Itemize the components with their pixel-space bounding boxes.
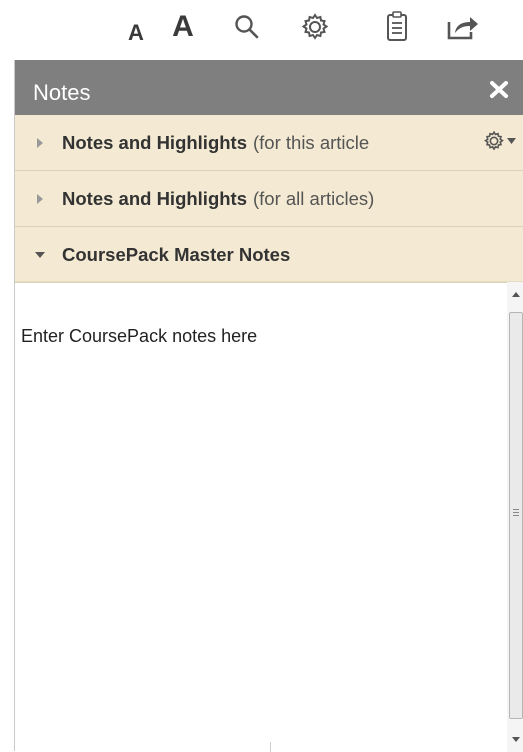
gear-icon bbox=[301, 13, 329, 40]
chevron-down-icon bbox=[507, 138, 516, 144]
grip-icon bbox=[513, 509, 519, 518]
reader-toolbar: A A bbox=[0, 0, 523, 60]
font-large-label: A bbox=[172, 10, 194, 43]
caret-right-icon bbox=[33, 137, 47, 148]
share-button[interactable] bbox=[445, 8, 481, 46]
scrollbar-thumb[interactable] bbox=[509, 312, 523, 719]
panel-header: Notes bbox=[15, 60, 523, 115]
section-subtitle: (for all articles) bbox=[253, 187, 375, 209]
section-subtitle: (for this article bbox=[253, 131, 370, 153]
caret-right-icon bbox=[33, 193, 47, 204]
increase-font-button[interactable]: A bbox=[166, 8, 200, 46]
notes-editor[interactable]: Enter CoursePack notes here bbox=[15, 281, 523, 752]
section-settings-menu[interactable] bbox=[473, 130, 516, 152]
font-small-label: A bbox=[128, 20, 144, 45]
settings-button[interactable] bbox=[297, 8, 333, 46]
section-all-articles[interactable]: Notes and Highlights (for all articles) bbox=[15, 171, 523, 227]
caret-down-icon bbox=[33, 251, 47, 259]
notes-icon bbox=[387, 11, 407, 41]
close-button[interactable] bbox=[488, 78, 510, 100]
scroll-down-icon[interactable] bbox=[507, 731, 523, 748]
close-icon bbox=[490, 81, 508, 98]
section-this-article[interactable]: Notes and Highlights (for this article bbox=[15, 115, 523, 171]
search-button[interactable] bbox=[230, 8, 264, 46]
section-title: Notes and Highlights bbox=[62, 187, 247, 209]
notes-button[interactable] bbox=[382, 8, 412, 46]
notes-panel: Notes Notes and Highlights (for this art… bbox=[14, 60, 523, 752]
scroll-up-icon[interactable] bbox=[507, 286, 523, 303]
section-coursepack-notes[interactable]: CoursePack Master Notes bbox=[15, 227, 523, 283]
panel-title: Notes bbox=[33, 80, 91, 105]
gear-icon bbox=[484, 130, 504, 151]
section-title: Notes and Highlights bbox=[62, 131, 247, 153]
vertical-scrollbar[interactable] bbox=[507, 282, 523, 752]
decrease-font-button[interactable]: A bbox=[122, 14, 150, 52]
share-icon bbox=[447, 17, 478, 40]
search-icon bbox=[235, 15, 259, 39]
notes-placeholder[interactable]: Enter CoursePack notes here bbox=[21, 326, 257, 347]
section-title: CoursePack Master Notes bbox=[62, 243, 291, 265]
